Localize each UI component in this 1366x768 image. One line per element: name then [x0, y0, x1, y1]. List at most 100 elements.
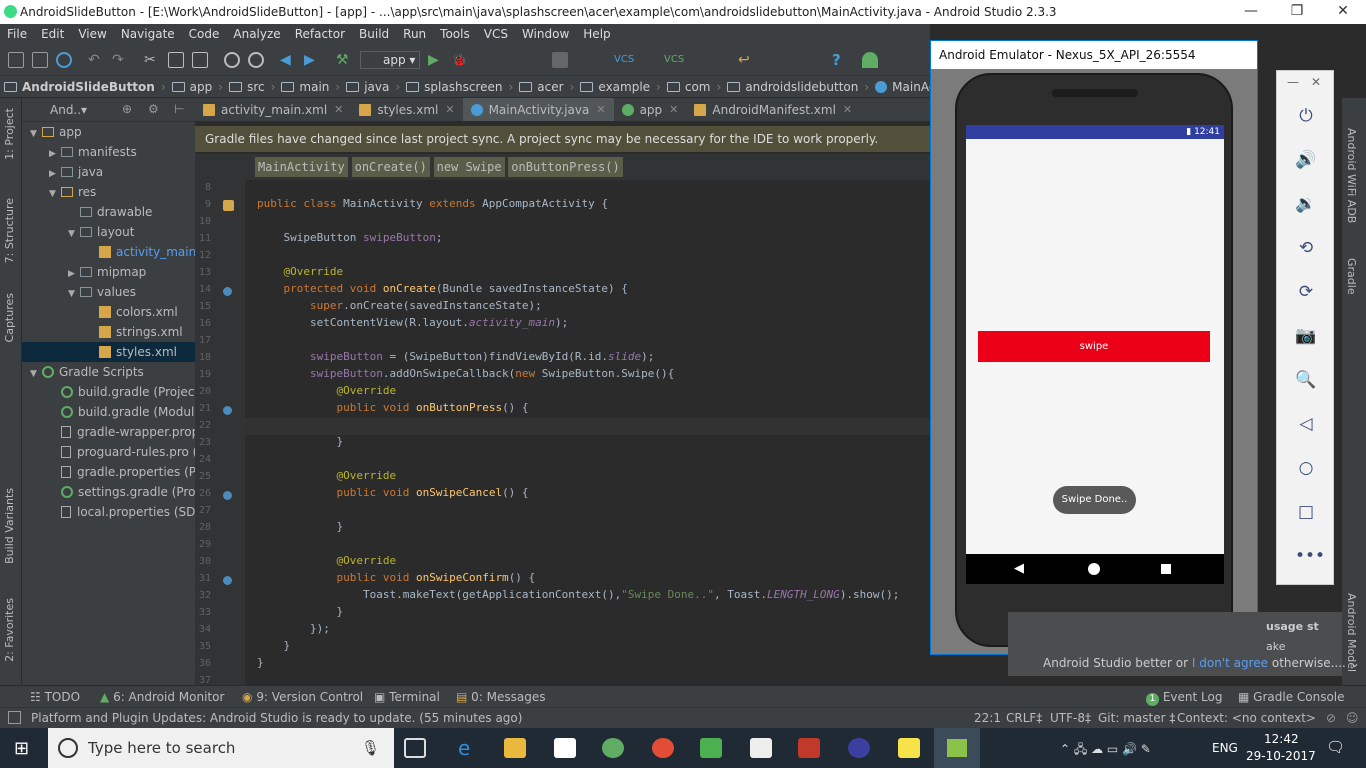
menu-view[interactable]: View	[71, 27, 113, 41]
find-icon[interactable]	[224, 52, 240, 68]
dont-agree-link[interactable]: I don't agree	[1192, 656, 1268, 670]
chrome-icon[interactable]	[652, 738, 674, 758]
forward-icon[interactable]: ▶	[304, 52, 320, 68]
help-icon[interactable]: ?	[832, 52, 848, 68]
tool-window-toggle-icon[interactable]	[8, 711, 21, 724]
tab-messages[interactable]: ▤ 0: Messages	[456, 690, 546, 704]
tab-todo[interactable]: ☷ TODO	[30, 690, 80, 704]
tree-item-java[interactable]: ▶ java	[22, 162, 103, 182]
tree-item-proguard-rules-pro[interactable]: proguard-rules.pro (P	[22, 442, 195, 462]
tree-item-strings-xml[interactable]: strings.xml	[22, 322, 183, 342]
open-icon[interactable]	[8, 52, 24, 68]
tab-captures[interactable]: Captures	[3, 293, 16, 342]
phone-screen[interactable]: ▮ 12:41 swipe Swipe Done.. ◀	[966, 125, 1224, 584]
tree-item-local-properties[interactable]: local.properties (SDK	[22, 502, 195, 522]
expand-arrow-icon[interactable]: ▼	[30, 364, 42, 384]
eclipse-icon[interactable]	[848, 738, 870, 758]
breadcrumb-item[interactable]: androidslidebutton	[723, 80, 862, 94]
breadcrumb-item[interactable]: splashscreen	[402, 80, 506, 94]
expand-arrow-icon[interactable]: ▼	[49, 184, 61, 204]
tab-androidmanifest-xml[interactable]: AndroidManifest.xml ✕	[686, 98, 860, 121]
expand-arrow-icon[interactable]: ▶	[49, 144, 61, 164]
vcs-commit-icon[interactable]: VCS	[664, 52, 684, 68]
run-config-select[interactable]: app ▾	[360, 51, 420, 69]
menu-file[interactable]: File	[0, 27, 34, 41]
tree-item-values[interactable]: ▼ values	[22, 282, 136, 302]
volume-down-icon[interactable]: 🔉	[1295, 193, 1317, 215]
emulator-minimize[interactable]: —	[1287, 75, 1299, 89]
save-icon[interactable]	[32, 52, 48, 68]
close-tab-icon[interactable]: ✕	[334, 103, 343, 116]
collapse-icon[interactable]: ⊕	[122, 102, 132, 116]
overview-icon[interactable]: □	[1295, 501, 1317, 523]
home-icon[interactable]: ○	[1295, 457, 1317, 479]
tab-gradle[interactable]: Gradle	[1345, 258, 1358, 295]
tab-mainactivity-java[interactable]: MainActivity.java ✕	[462, 98, 614, 121]
more-icon[interactable]: •••	[1295, 545, 1325, 567]
tree-item-gradle-properties[interactable]: gradle.properties (Pro	[22, 462, 195, 482]
close-tab-icon[interactable]: ✕	[445, 103, 454, 116]
tab-project[interactable]: 1: Project	[3, 108, 16, 160]
code-breadcrumb-item[interactable]: onButtonPress()	[508, 157, 623, 177]
mail-icon[interactable]	[750, 738, 772, 758]
override-gutter-icon[interactable]	[223, 576, 232, 585]
expand-arrow-icon[interactable]: ▼	[68, 224, 80, 244]
emulator-taskbar-button[interactable]	[934, 728, 980, 768]
tab-favorites[interactable]: 2: Favorites	[3, 598, 16, 662]
breadcrumb-item[interactable]: AndroidSlideButton	[0, 80, 159, 94]
redo-icon[interactable]: ↷	[112, 52, 128, 68]
menu-vcs[interactable]: VCS	[477, 27, 515, 41]
tab-gradle-console[interactable]: ▦ Gradle Console	[1238, 690, 1345, 704]
breadcrumb-item[interactable]: java	[342, 80, 393, 94]
tree-item-build-gradle[interactable]: build.gradle (Project:	[22, 382, 195, 402]
run-icon[interactable]: ▶	[428, 52, 444, 68]
expand-arrow-icon[interactable]: ▶	[68, 264, 80, 284]
taskbar-date[interactable]: 29-10-2017	[1246, 749, 1316, 763]
status-message[interactable]: Platform and Plugin Updates: Android Stu…	[31, 711, 522, 725]
tree-item-res[interactable]: ▼ res	[22, 182, 96, 202]
volume-up-icon[interactable]: 🔊	[1295, 149, 1317, 171]
notifications-icon[interactable]: 🗨	[1326, 738, 1345, 756]
close-tab-icon[interactable]: ✕	[596, 103, 605, 116]
menu-navigate[interactable]: Navigate	[114, 27, 182, 41]
menu-code[interactable]: Code	[182, 27, 227, 41]
code-breadcrumb-item[interactable]: onCreate()	[351, 157, 430, 177]
sticky-notes-icon[interactable]	[898, 738, 920, 758]
breadcrumb-item[interactable]: main	[277, 80, 333, 94]
nav-back-icon[interactable]: ◀	[1014, 561, 1024, 576]
undo-icon[interactable]: ↶	[88, 52, 104, 68]
vcs-icon[interactable]: VCS	[614, 52, 634, 68]
emulator-close[interactable]: ✕	[1311, 75, 1321, 89]
override-gutter-icon[interactable]	[223, 491, 232, 500]
expand-arrow-icon[interactable]: ▶	[49, 164, 61, 184]
zoom-icon[interactable]: 🔍	[1295, 369, 1317, 391]
code-editor[interactable]: public class MainActivity extends AppCom…	[245, 180, 930, 685]
tab-structure[interactable]: 7: Structure	[3, 198, 16, 263]
file-encoding[interactable]: UTF-8‡	[1050, 711, 1091, 725]
tab-event-log[interactable]: 1 Event Log	[1146, 690, 1222, 706]
close-button[interactable]: ✕	[1320, 0, 1366, 24]
expand-arrow-icon[interactable]: ▼	[68, 284, 80, 304]
tab-android-wifi-adb[interactable]: Android WiFi ADB	[1345, 128, 1358, 223]
context-indicator[interactable]: Context: <no context>	[1177, 711, 1316, 725]
breadcrumb-item[interactable]: app	[168, 80, 217, 94]
paste-icon[interactable]	[192, 52, 208, 68]
breadcrumb-item[interactable]: com	[663, 80, 715, 94]
menu-run[interactable]: Run	[396, 27, 433, 41]
tree-item-gradle-wrapper-prope[interactable]: gradle-wrapper.prope	[22, 422, 195, 442]
menu-tools[interactable]: Tools	[433, 27, 477, 41]
tree-item-mipmap[interactable]: ▶ mipmap	[22, 262, 146, 282]
camera-icon[interactable]: 📷	[1295, 325, 1317, 347]
tree-item-app[interactable]: ▼ app	[22, 122, 82, 142]
rotate-left-icon[interactable]: ⟲	[1295, 237, 1317, 259]
breadcrumb-item[interactable]: example	[576, 80, 654, 94]
chevron-down-icon[interactable]: ⌄	[1350, 656, 1360, 670]
tab-app[interactable]: app ✕	[614, 98, 687, 121]
menu-edit[interactable]: Edit	[34, 27, 71, 41]
stop-icon[interactable]	[552, 52, 568, 68]
tab-styles-xml[interactable]: styles.xml ✕	[351, 98, 462, 121]
tab-version-control[interactable]: ◉ 9: Version Control	[242, 690, 363, 704]
android-icon[interactable]	[862, 52, 878, 68]
nav-home-icon[interactable]	[1088, 563, 1100, 575]
tree-item-settings-gradle[interactable]: settings.gradle (Proje	[22, 482, 195, 502]
